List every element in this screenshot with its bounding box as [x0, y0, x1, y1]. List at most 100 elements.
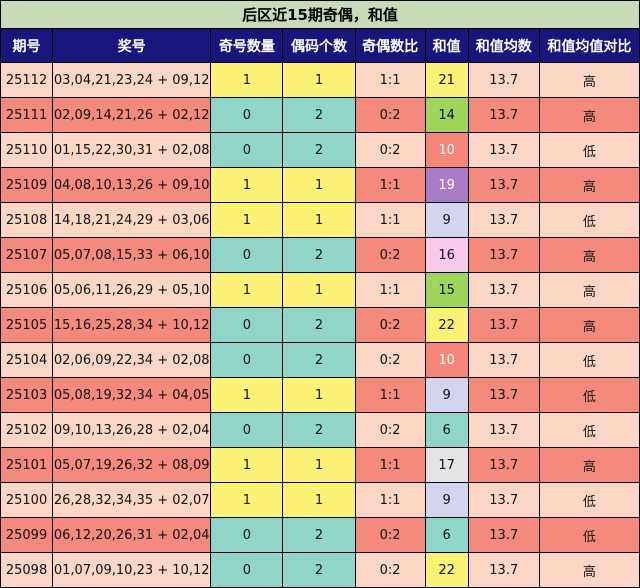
issue-cell: 25105: [0, 307, 54, 343]
numbers-cell: 05,06,11,26,29 + 05,10: [52, 272, 212, 308]
sum-cell: 15: [424, 272, 469, 308]
issue-cell: 25108: [0, 202, 54, 238]
sum-cell: 19: [424, 167, 469, 203]
avg-cell: 13.7: [467, 237, 540, 273]
odd-count-cell: 1: [210, 202, 284, 238]
even-count-cell: 2: [282, 552, 356, 588]
odd-count-cell: 0: [210, 412, 284, 448]
issue-cell: 25102: [0, 412, 54, 448]
avg-cell: 13.7: [467, 447, 540, 483]
sum-cell: 6: [424, 517, 469, 553]
table-row: 25105 15,16,25,28,34 + 10,12 0 2 0:2 22 13.7 高: [0, 307, 640, 343]
issue-cell: 25098: [0, 552, 54, 588]
table-row: 25102 09,10,13,26,28 + 02,04 0 2 0:2 6 13.7 低: [0, 412, 640, 448]
table-title: 后区近15期奇偶，和值: [0, 0, 640, 29]
numbers-cell: 04,08,10,13,26 + 09,10: [52, 167, 212, 203]
avg-cell: 13.7: [467, 272, 540, 308]
numbers-cell: 03,04,21,23,24 + 09,12: [52, 62, 212, 98]
issue-cell: 25112: [0, 62, 54, 98]
compare-cell: 低: [538, 342, 640, 378]
table-row: 25111 02,09,14,21,26 + 02,12 0 2 0:2 14 13.7 高: [0, 97, 640, 133]
table-header-row: 期号 奖号 奇号数量 偶码个数 奇偶数比 和值 和值均数 和值均值对比: [0, 28, 640, 63]
numbers-cell: 01,15,22,30,31 + 02,08: [52, 132, 212, 168]
table-row: 25101 05,07,19,26,32 + 08,09 1 1 1:1 17 13.7 高: [0, 447, 640, 483]
numbers-cell: 26,28,32,34,35 + 02,07: [52, 482, 212, 518]
even-count-cell: 1: [282, 167, 356, 203]
avg-cell: 13.7: [467, 97, 540, 133]
avg-cell: 13.7: [467, 377, 540, 413]
issue-cell: 25103: [0, 377, 54, 413]
avg-cell: 13.7: [467, 132, 540, 168]
even-count-cell: 1: [282, 447, 356, 483]
table-row: 25112 03,04,21,23,24 + 09,12 1 1 1:1 21 13.7 高: [0, 62, 640, 98]
table-row: 25100 26,28,32,34,35 + 02,07 1 1 1:1 9 13.7 低: [0, 482, 640, 518]
compare-cell: 低: [538, 202, 640, 238]
issue-cell: 25107: [0, 237, 54, 273]
odd-count-cell: 1: [210, 167, 284, 203]
compare-cell: 高: [538, 237, 640, 273]
odd-count-cell: 0: [210, 97, 284, 133]
compare-cell: 低: [538, 132, 640, 168]
even-count-cell: 2: [282, 342, 356, 378]
parity-sum-table: 后区近15期奇偶，和值 期号 奖号 奇号数量 偶码个数 奇偶数比 和值 和值均数…: [0, 0, 640, 588]
even-count-cell: 2: [282, 517, 356, 553]
sum-cell: 16: [424, 237, 469, 273]
odd-count-cell: 0: [210, 517, 284, 553]
even-count-cell: 2: [282, 412, 356, 448]
issue-cell: 25100: [0, 482, 54, 518]
avg-cell: 13.7: [467, 342, 540, 378]
compare-cell: 高: [538, 167, 640, 203]
odd-count-cell: 1: [210, 62, 284, 98]
even-count-cell: 1: [282, 377, 356, 413]
sum-cell: 14: [424, 97, 469, 133]
table-row: 25098 01,07,09,10,23 + 10,12 0 2 0:2 22 13.7 高: [0, 552, 640, 588]
issue-cell: 25101: [0, 447, 54, 483]
ratio-cell: 0:2: [354, 342, 426, 378]
even-count-cell: 2: [282, 97, 356, 133]
compare-cell: 低: [538, 377, 640, 413]
ratio-cell: 0:2: [354, 517, 426, 553]
numbers-cell: 14,18,21,24,29 + 03,06: [52, 202, 212, 238]
table-row: 25106 05,06,11,26,29 + 05,10 1 1 1:1 15 13.7 高: [0, 272, 640, 308]
table-body: 25112 03,04,21,23,24 + 09,12 1 1 1:1 21 13.7 高 2…: [0, 62, 640, 588]
compare-cell: 高: [538, 307, 640, 343]
compare-cell: 高: [538, 552, 640, 588]
issue-cell: 25109: [0, 167, 54, 203]
table-title-row: 后区近15期奇偶，和值: [0, 0, 640, 29]
even-count-cell: 1: [282, 482, 356, 518]
avg-cell: 13.7: [467, 307, 540, 343]
sum-cell: 10: [424, 342, 469, 378]
ratio-cell: 0:2: [354, 97, 426, 133]
issue-cell: 25099: [0, 517, 54, 553]
avg-cell: 13.7: [467, 517, 540, 553]
stats-container: 后区近15期奇偶，和值 期号 奖号 奇号数量 偶码个数 奇偶数比 和值 和值均数…: [0, 0, 640, 588]
avg-cell: 13.7: [467, 552, 540, 588]
compare-cell: 高: [538, 272, 640, 308]
even-count-cell: 1: [282, 62, 356, 98]
numbers-cell: 15,16,25,28,34 + 10,12: [52, 307, 212, 343]
ratio-cell: 0:2: [354, 307, 426, 343]
compare-cell: 低: [538, 482, 640, 518]
header-compare: 和值均值对比: [538, 28, 640, 63]
ratio-cell: 1:1: [354, 202, 426, 238]
even-count-cell: 2: [282, 307, 356, 343]
odd-count-cell: 0: [210, 307, 284, 343]
header-ratio: 奇偶数比: [354, 28, 426, 63]
ratio-cell: 0:2: [354, 237, 426, 273]
compare-cell: 低: [538, 412, 640, 448]
table-row: 25107 05,07,08,15,33 + 06,10 0 2 0:2 16 13.7 高: [0, 237, 640, 273]
sum-cell: 21: [424, 62, 469, 98]
compare-cell: 高: [538, 447, 640, 483]
even-count-cell: 2: [282, 132, 356, 168]
ratio-cell: 1:1: [354, 482, 426, 518]
even-count-cell: 2: [282, 237, 356, 273]
avg-cell: 13.7: [467, 202, 540, 238]
issue-cell: 25111: [0, 97, 54, 133]
table-row: 25110 01,15,22,30,31 + 02,08 0 2 0:2 10 13.7 低: [0, 132, 640, 168]
numbers-cell: 02,09,14,21,26 + 02,12: [52, 97, 212, 133]
issue-cell: 25110: [0, 132, 54, 168]
numbers-cell: 05,07,08,15,33 + 06,10: [52, 237, 212, 273]
sum-cell: 17: [424, 447, 469, 483]
ratio-cell: 0:2: [354, 412, 426, 448]
even-count-cell: 1: [282, 202, 356, 238]
